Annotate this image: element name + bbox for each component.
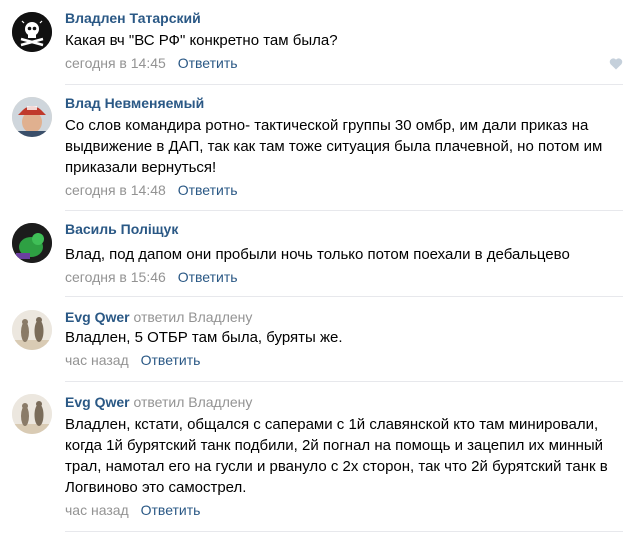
comment-item: Влад Невменяемый Со слов командира ротно… — [0, 85, 631, 211]
comment-author[interactable]: Влад Невменяемый — [65, 95, 204, 111]
comment-timestamp[interactable]: сегодня в 15:46 — [65, 269, 166, 285]
reply-button[interactable]: Ответить — [178, 182, 238, 198]
comment-item: Владлен Татарский Какая вч "ВС РФ" конкр… — [0, 0, 631, 85]
comment-author[interactable]: Владлен Татарский — [65, 10, 201, 26]
comment-timestamp[interactable]: сегодня в 14:45 — [65, 55, 166, 71]
avatar[interactable] — [12, 310, 52, 350]
comment-text: Владлен, 5 ОТБР там была, буряты же. — [65, 329, 343, 346]
author-name[interactable]: Владлен Татарский — [65, 10, 201, 26]
comment-item: Evg Qwer ответил Владлену Владлен, кстат… — [0, 382, 631, 534]
avatar[interactable] — [12, 223, 52, 263]
avatar[interactable] — [12, 394, 52, 434]
divider — [65, 531, 623, 532]
sand-sculptures-photo — [12, 394, 52, 434]
reply-button[interactable]: Ответить — [178, 55, 238, 71]
comment-timestamp[interactable]: сегодня в 14:48 — [65, 182, 166, 198]
reply-button[interactable]: Ответить — [141, 352, 201, 368]
comment-meta: сегодня в 15:46 Ответить — [65, 269, 238, 285]
author-name[interactable]: Влад Невменяемый — [65, 95, 204, 111]
comment-timestamp[interactable]: час назад — [65, 502, 129, 518]
comment-meta: час назад Ответить — [65, 502, 200, 518]
author-name[interactable]: Evg Qwer — [65, 309, 130, 325]
replied-to-label[interactable]: ответил Владлену — [133, 394, 252, 410]
avatar[interactable] — [12, 12, 52, 52]
author-name[interactable]: Evg Qwer — [65, 394, 130, 410]
comment-timestamp[interactable]: час назад — [65, 352, 129, 368]
reply-button[interactable]: Ответить — [141, 502, 201, 518]
green-figure-photo — [12, 223, 52, 263]
comment-item: Evg Qwer ответил Владлену Владлен, 5 ОТБ… — [0, 297, 631, 382]
author-name[interactable]: Василь Поліщук — [65, 221, 178, 237]
comment-item: Василь Поліщук Влад, под дапом они пробы… — [0, 211, 631, 297]
reply-button[interactable]: Ответить — [178, 269, 238, 285]
comment-text: Какая вч "ВС РФ" конкретно там была? — [65, 32, 338, 49]
comment-author[interactable]: Василь Поліщук — [65, 221, 178, 237]
comment-text: Владлен, кстати, общался с саперами с 1й… — [65, 416, 608, 496]
like-heart-icon[interactable] — [609, 57, 623, 70]
man-red-cap-photo — [12, 97, 52, 137]
comment-text: Со слов командира ротно- тактической гру… — [65, 117, 603, 176]
comment-meta: час назад Ответить — [65, 352, 200, 368]
comment-author[interactable]: Evg Qwer ответил Владлену — [65, 309, 252, 325]
comment-author[interactable]: Evg Qwer ответил Владлену — [65, 394, 252, 410]
comment-meta: сегодня в 14:48 Ответить — [65, 182, 238, 198]
replied-to-label[interactable]: ответил Владлену — [133, 309, 252, 325]
comment-text: Влад, под дапом они пробыли ночь только … — [65, 246, 570, 263]
sand-sculptures-photo — [12, 310, 52, 350]
avatar[interactable] — [12, 97, 52, 137]
pirate-skull-icon — [12, 12, 52, 52]
comment-meta: сегодня в 14:45 Ответить — [65, 55, 238, 71]
